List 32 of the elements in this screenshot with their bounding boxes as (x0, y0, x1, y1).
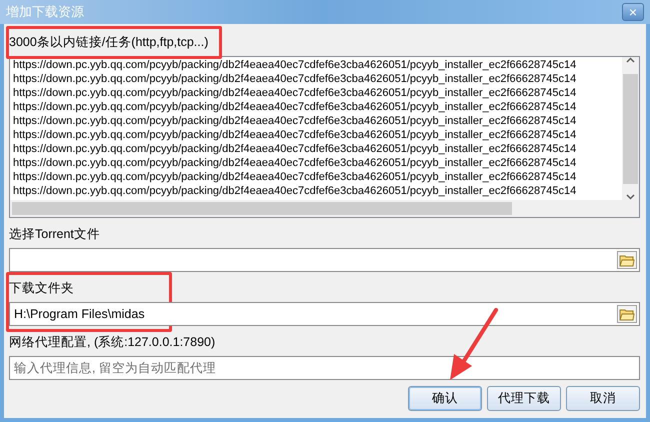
folder-label: 下载文件夹 (9, 280, 75, 297)
proxy-label: 网络代理配置, (系统:127.0.0.1:7890) (9, 334, 216, 351)
link-line: https://down.pc.yyb.qq.com/pcyyb/packing/db2f4eaea40ec7cdfef6e3cba4626051/pcyyb_installer_ec2f66628745c14 (13, 128, 576, 142)
window-title: 增加下载资源 (6, 4, 84, 21)
scroll-thumb[interactable] (623, 74, 638, 184)
dialog-button[interactable]: 代理下载 (487, 386, 561, 411)
horizontal-scrollbar[interactable] (10, 200, 622, 217)
folder-icon (619, 254, 635, 266)
link-line: https://down.pc.yyb.qq.com/pcyyb/packing/db2f4eaea40ec7cdfef6e3cba4626051/pcyyb_installer_ec2f66628745c14 (13, 100, 576, 114)
browse-button[interactable] (617, 251, 637, 269)
links-label: 3000条以内链接/任务(http,ftp,tcp...) (9, 34, 210, 51)
dialog-button[interactable]: 取消 (566, 386, 640, 411)
scroll-down-icon (626, 194, 635, 200)
torrent-field[interactable] (9, 248, 640, 272)
link-line: https://down.pc.yyb.qq.com/pcyyb/packing/db2f4eaea40ec7cdfef6e3cba4626051/pcyyb_installer_ec2f66628745c14 (13, 72, 576, 86)
links-textarea[interactable] (9, 56, 640, 218)
link-line: https://down.pc.yyb.qq.com/pcyyb/packing/db2f4eaea40ec7cdfef6e3cba4626051/pcyyb_installer_ec2f66628745c14 (13, 58, 576, 72)
folder-icon (619, 308, 635, 320)
browse-button[interactable] (617, 305, 637, 323)
folder-field[interactable]: H:\Program Files\midas (9, 302, 640, 326)
dialog-button[interactable]: 确认 (408, 386, 482, 411)
torrent-label: 选择Torrent文件 (9, 226, 101, 243)
vertical-scrollbar[interactable] (622, 57, 639, 200)
scroll-up-icon (626, 57, 635, 63)
proxy-field[interactable]: 输入代理信息, 留空为自动匹配代理 (9, 356, 640, 380)
link-line: https://down.pc.yyb.qq.com/pcyyb/packing/db2f4eaea40ec7cdfef6e3cba4626051/pcyyb_installer_ec2f66628745c14 (13, 156, 576, 170)
link-line: https://down.pc.yyb.qq.com/pcyyb/packing/db2f4eaea40ec7cdfef6e3cba4626051/pcyyb_installer_ec2f66628745c14 (13, 184, 576, 198)
scroll-thumb[interactable] (12, 202, 512, 215)
link-line: https://down.pc.yyb.qq.com/pcyyb/packing/db2f4eaea40ec7cdfef6e3cba4626051/pcyyb_installer_ec2f66628745c14 (13, 142, 576, 156)
link-line: https://down.pc.yyb.qq.com/pcyyb/packing/db2f4eaea40ec7cdfef6e3cba4626051/pcyyb_installer_ec2f66628745c14 (13, 170, 576, 184)
link-line: https://down.pc.yyb.qq.com/pcyyb/packing/db2f4eaea40ec7cdfef6e3cba4626051/pcyyb_installer_ec2f66628745c14 (13, 114, 576, 128)
link-line: https://down.pc.yyb.qq.com/pcyyb/packing/db2f4eaea40ec7cdfef6e3cba4626051/pcyyb_installer_ec2f66628745c14 (13, 86, 576, 100)
